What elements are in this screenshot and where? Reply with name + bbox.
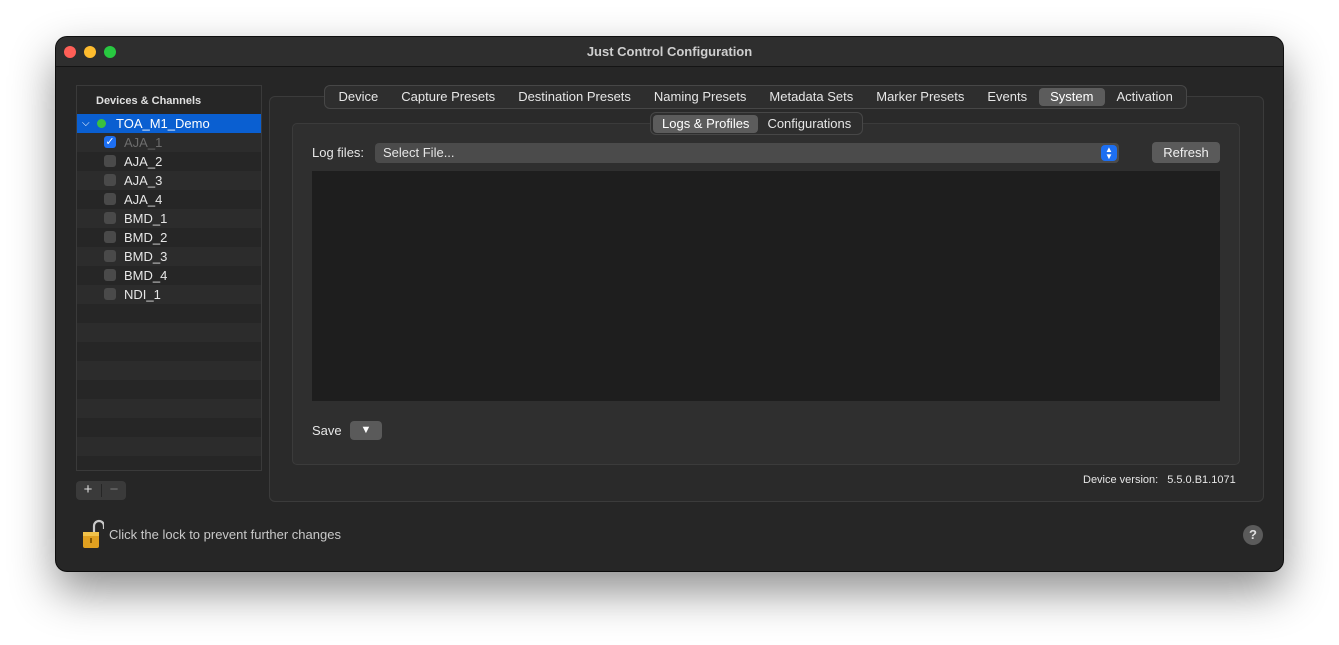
empty-row xyxy=(77,361,261,380)
tab-capture-presets[interactable]: Capture Presets xyxy=(390,88,507,106)
channel-checkbox[interactable] xyxy=(104,212,116,224)
save-label: Save xyxy=(312,423,342,438)
chevron-down-icon[interactable]: ⌵ xyxy=(82,114,90,133)
tab-destination-presets[interactable]: Destination Presets xyxy=(507,88,643,106)
channel-checkbox[interactable] xyxy=(104,174,116,186)
device-version: Device version: 5.5.0.B1.1071 xyxy=(1083,474,1236,486)
device-name: TOA_M1_Demo xyxy=(116,116,210,131)
app-window: Just Control Configuration Devices & Cha… xyxy=(56,37,1283,571)
tab-device[interactable]: Device xyxy=(327,88,390,106)
device-row[interactable]: ⌵ TOA_M1_Demo xyxy=(77,114,261,133)
system-subtab-bar: Logs & Profiles Configurations xyxy=(650,112,864,135)
title-bar: Just Control Configuration xyxy=(56,37,1283,67)
channel-row[interactable]: AJA_4 xyxy=(77,190,261,209)
log-file-select[interactable]: Select File... ▲ ▼ xyxy=(375,143,1119,163)
channel-label: AJA_1 xyxy=(124,135,163,150)
channel-checkbox[interactable] xyxy=(104,269,116,281)
channel-row[interactable]: BMD_4 xyxy=(77,266,261,285)
tab-naming-presets[interactable]: Naming Presets xyxy=(642,88,757,106)
window-title: Just Control Configuration xyxy=(586,44,753,59)
empty-row xyxy=(77,342,261,361)
empty-row xyxy=(77,323,261,342)
empty-row xyxy=(77,456,261,470)
empty-row xyxy=(77,437,261,456)
channel-checkbox[interactable]: ✓ xyxy=(104,136,116,148)
close-window-button[interactable] xyxy=(64,46,76,58)
channel-label: AJA_2 xyxy=(124,154,163,169)
log-viewer[interactable] xyxy=(312,171,1220,401)
empty-row xyxy=(77,304,261,323)
channel-label: BMD_1 xyxy=(124,211,168,226)
channel-label: BMD_3 xyxy=(124,249,168,264)
empty-row xyxy=(77,418,261,437)
tab-events[interactable]: Events xyxy=(976,88,1039,106)
triangle-down-icon: ▼ xyxy=(360,424,372,436)
channel-row[interactable]: BMD_3 xyxy=(77,247,261,266)
subtab-configurations[interactable]: Configurations xyxy=(758,115,860,133)
refresh-button[interactable]: Refresh xyxy=(1152,142,1220,163)
device-version-value: 5.5.0.B1.1071 xyxy=(1167,474,1236,486)
channel-checkbox[interactable] xyxy=(104,288,116,300)
tab-activation[interactable]: Activation xyxy=(1105,88,1184,106)
empty-row xyxy=(77,380,261,399)
channel-label: AJA_3 xyxy=(124,173,163,188)
add-remove-control: + − xyxy=(76,481,126,500)
channel-label: BMD_4 xyxy=(124,268,168,283)
subtab-logs-profiles[interactable]: Logs & Profiles xyxy=(653,114,759,133)
sidebar-header: Devices & Channels xyxy=(96,95,202,107)
unlocked-lock-icon[interactable] xyxy=(82,519,104,549)
save-menu-button[interactable]: ▼ xyxy=(350,421,382,440)
help-button[interactable]: ? xyxy=(1243,525,1263,545)
remove-device-button[interactable]: − xyxy=(102,481,126,500)
channel-checkbox[interactable] xyxy=(104,155,116,167)
lock-hint: Click the lock to prevent further change… xyxy=(109,527,341,542)
channel-row[interactable]: AJA_2 xyxy=(77,152,261,171)
channel-label: BMD_2 xyxy=(124,230,168,245)
tab-system[interactable]: System xyxy=(1038,88,1105,106)
channel-row[interactable]: BMD_2 xyxy=(77,228,261,247)
device-status-icon xyxy=(97,119,106,128)
channel-row[interactable]: NDI_1 xyxy=(77,285,261,304)
channel-label: AJA_4 xyxy=(124,192,163,207)
channel-checkbox[interactable] xyxy=(104,193,116,205)
device-version-label: Device version: xyxy=(1083,474,1159,486)
zoom-window-button[interactable] xyxy=(104,46,116,58)
channel-checkbox[interactable] xyxy=(104,231,116,243)
tab-metadata-sets[interactable]: Metadata Sets xyxy=(758,88,865,106)
tab-marker-presets[interactable]: Marker Presets xyxy=(865,88,976,106)
log-file-select-value: Select File... xyxy=(383,145,455,160)
channel-row[interactable]: BMD_1 xyxy=(77,209,261,228)
channel-checkbox[interactable] xyxy=(104,250,116,262)
log-files-label: Log files: xyxy=(312,145,365,160)
channel-row[interactable]: ✓ AJA_1 xyxy=(77,133,261,152)
channel-label: NDI_1 xyxy=(124,287,161,302)
select-arrows-icon: ▲ ▼ xyxy=(1101,145,1117,161)
devices-channels-list[interactable]: Devices & Channels ⌵ TOA_M1_Demo ✓ AJA_1 A… xyxy=(76,85,262,471)
main-tab-bar: Device Capture Presets Destination Presets… xyxy=(324,85,1188,109)
channel-row[interactable]: AJA_3 xyxy=(77,171,261,190)
minimize-window-button[interactable] xyxy=(84,46,96,58)
empty-row xyxy=(77,399,261,418)
add-device-button[interactable]: + xyxy=(76,481,100,500)
